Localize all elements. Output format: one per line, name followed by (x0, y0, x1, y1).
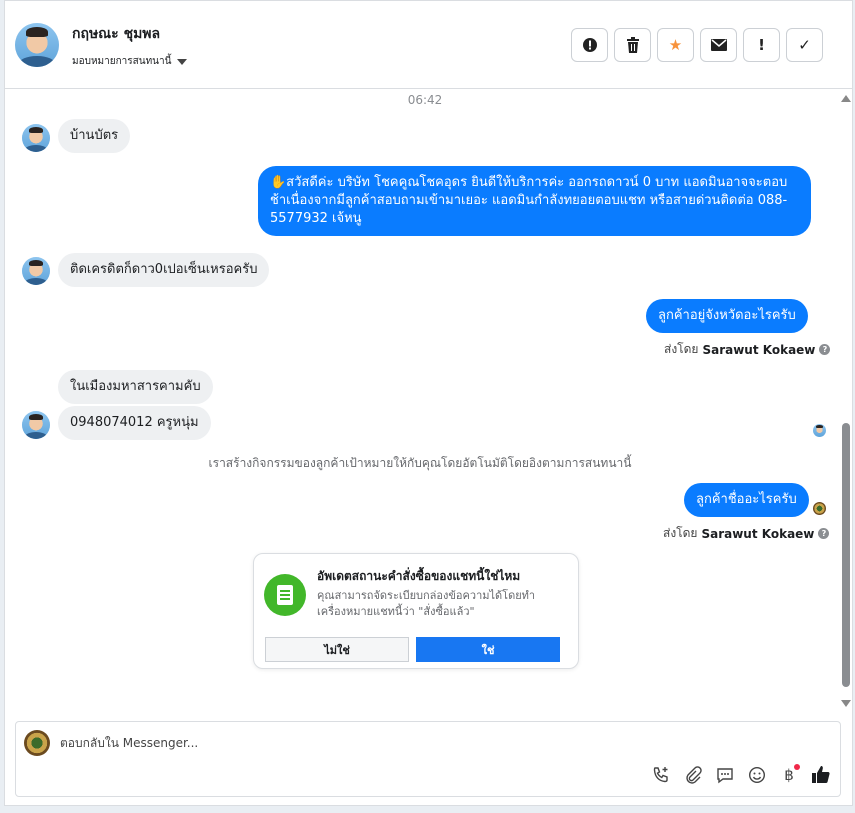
outgoing-message[interactable]: ลูกค้าชื่ออะไรครับ (684, 483, 809, 517)
thumbs-up-icon[interactable] (810, 764, 832, 786)
notification-dot (794, 764, 800, 770)
star-icon: ★ (668, 36, 683, 54)
spam-report-button[interactable] (571, 28, 608, 62)
sent-by-label: ส่งโดย Sarawut Kokaew ? (664, 340, 831, 359)
order-receipt-icon (264, 574, 306, 616)
mark-done-button[interactable]: ✓ (786, 28, 823, 62)
envelope-icon (710, 39, 727, 51)
contact-avatar-small (22, 124, 50, 152)
incoming-message[interactable]: ในเมืองมหาสารคามคับ (58, 370, 213, 404)
card-title: อัพเดตสถานะคำสั่งซื้อของแชทนี้ใช่ไหม (317, 569, 521, 583)
outgoing-message[interactable]: ✋สวัสดีค่ะ บริษัท โชคคูณโชคอุดร ยินดีให้… (258, 166, 811, 236)
card-description: คุณสามารถจัดระเบียบกล่องข้อความได้โดยทำเ… (317, 589, 536, 618)
page-seen-icon (813, 502, 826, 515)
exclamation-icon: ! (758, 36, 765, 54)
saved-replies-icon[interactable] (714, 764, 736, 786)
info-icon[interactable]: ? (818, 528, 830, 539)
contact-name[interactable]: กฤษณะ ชุมพล (72, 23, 160, 45)
phone-plus-icon[interactable] (650, 764, 672, 786)
star-button[interactable]: ★ (657, 28, 694, 62)
emoji-icon[interactable] (746, 764, 768, 786)
contact-avatar-small (22, 411, 50, 439)
scroll-down-arrow-icon[interactable] (841, 700, 851, 707)
no-button[interactable]: ไม่ใช่ (265, 637, 409, 662)
baht-payment-icon[interactable]: ฿ (778, 764, 800, 786)
scroll-thumb[interactable] (842, 423, 850, 687)
page-avatar (24, 730, 50, 756)
attachment-icon[interactable] (682, 764, 704, 786)
sender-name: Sarawut Kokaew (702, 342, 816, 357)
sent-by-label: ส่งโดย Sarawut Kokaew ? (663, 524, 830, 543)
caret-down-icon (177, 58, 188, 65)
sender-name: Sarawut Kokaew (701, 526, 815, 541)
yes-button[interactable]: ใช่ (416, 637, 560, 662)
incoming-message[interactable]: 0948074012 ครูหนุ่ม (58, 406, 211, 440)
reply-input[interactable] (60, 736, 660, 750)
info-icon[interactable]: ? (819, 344, 831, 355)
reply-composer: ฿ (15, 721, 841, 797)
mark-unread-button[interactable] (700, 28, 737, 62)
chat-panel: กฤษณะ ชุมพล มอบหมายการสนทนานี้ ★ ! ✓ 06:… (4, 0, 853, 806)
message-scrollbar[interactable] (841, 95, 851, 707)
conversation-header: กฤษณะ ชุมพล มอบหมายการสนทนานี้ ★ ! ✓ (5, 1, 852, 89)
assign-conversation-dropdown[interactable]: มอบหมายการสนทนานี้ (72, 54, 188, 69)
assign-label: มอบหมายการสนทนานี้ (72, 56, 172, 67)
follow-up-button[interactable]: ! (743, 28, 780, 62)
composer-tools: ฿ (650, 764, 832, 786)
message-timestamp: 06:42 (407, 93, 443, 107)
contact-avatar[interactable] (15, 23, 59, 67)
exclamation-circle-icon (582, 38, 597, 52)
conversation-actions: ★ ! ✓ (571, 28, 823, 62)
delete-button[interactable] (614, 28, 651, 62)
incoming-message[interactable]: ติดเครดิตก็ดาว0เปอเซ็นเหรอครับ (58, 253, 270, 287)
outgoing-message[interactable]: ลูกค้าอยู่จังหวัดอะไรครับ (646, 299, 808, 333)
contact-avatar-small (22, 257, 50, 285)
checkmark-icon: ✓ (798, 36, 811, 54)
incoming-message[interactable]: บ้านบัตร (58, 119, 131, 153)
seen-avatar-icon (813, 424, 826, 437)
system-note: เราสร้างกิจกรรมของลูกค้าเป้าหมายให้กับคุ… (208, 456, 632, 470)
trash-icon (626, 37, 639, 53)
order-status-card: อัพเดตสถานะคำสั่งซื้อของแชทนี้ใช่ไหม คุณ… (253, 553, 579, 669)
